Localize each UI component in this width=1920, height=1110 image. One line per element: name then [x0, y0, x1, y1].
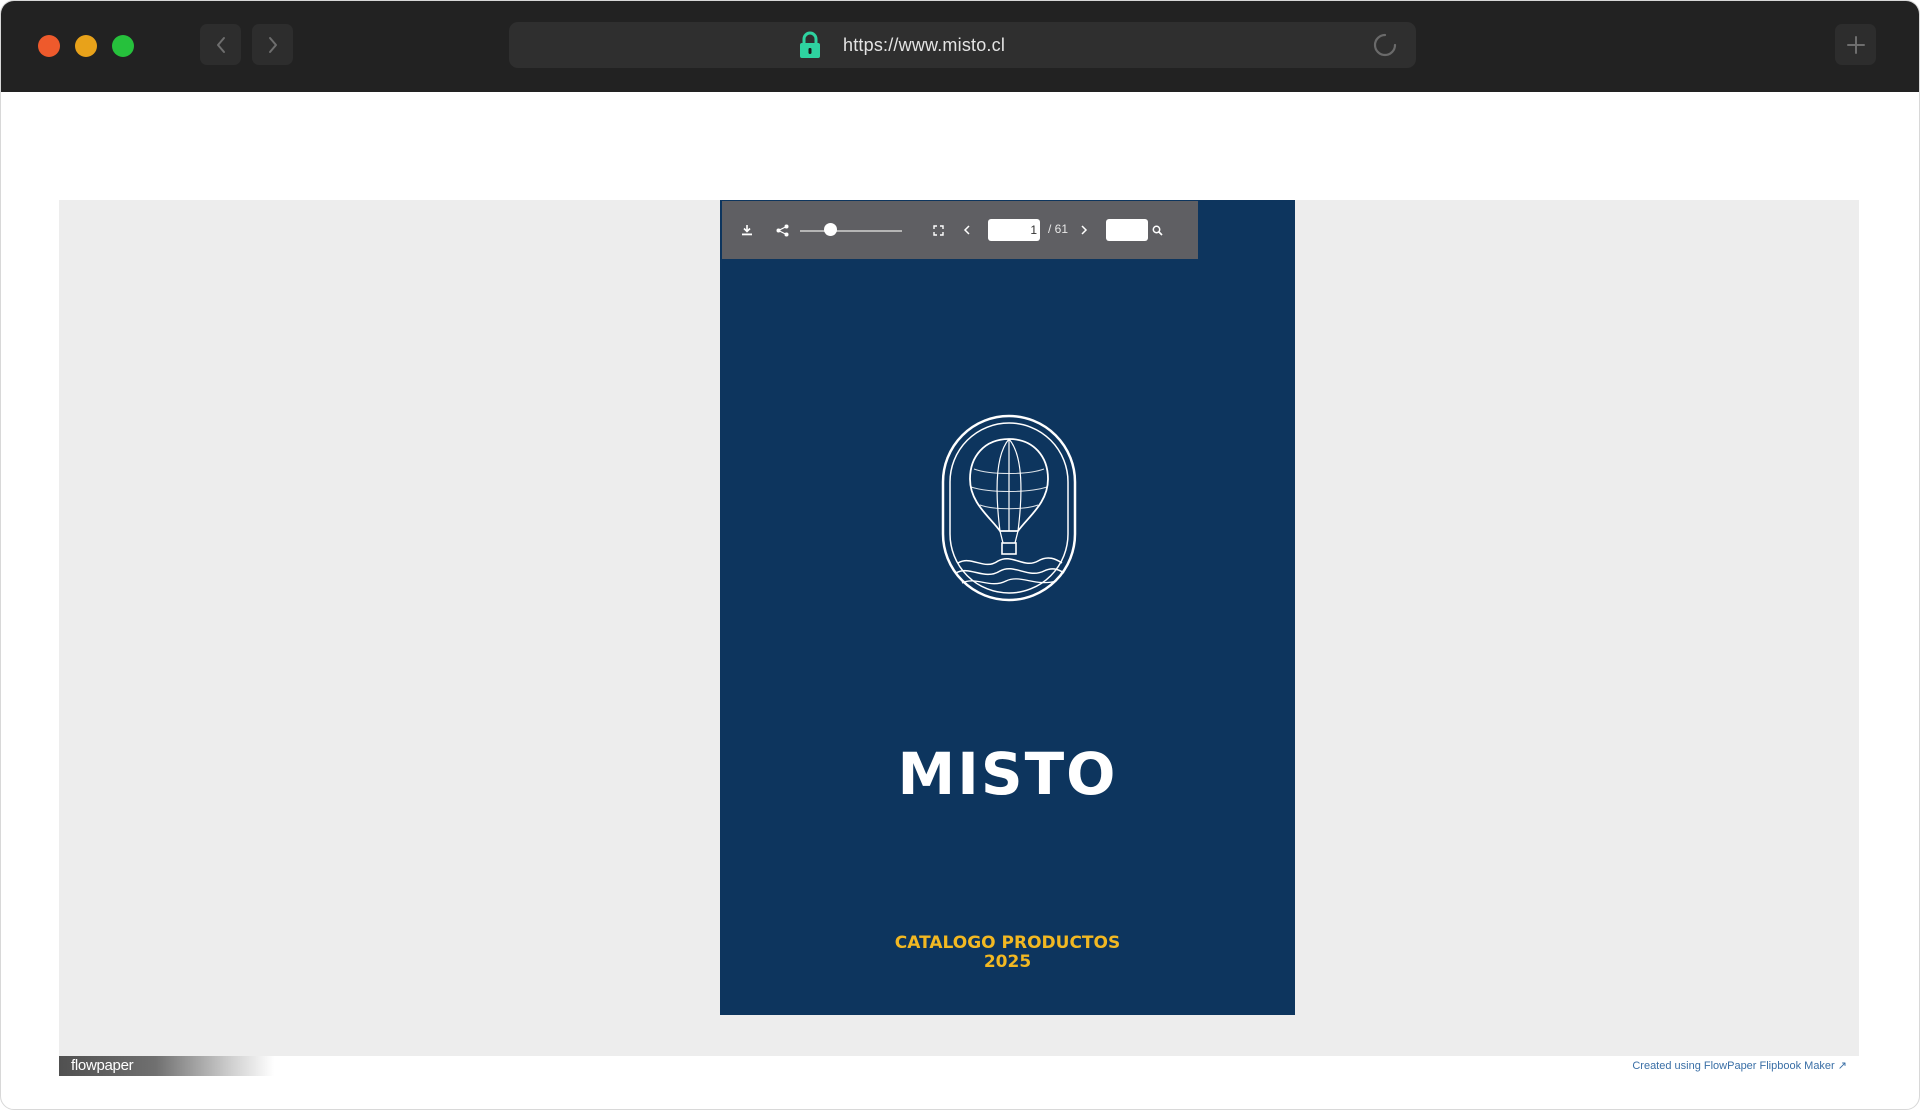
flipbook-viewer: MISTO CATALOGO PRODUCTOS 2025 1 / 61 [59, 200, 1859, 1056]
new-tab-button[interactable] [1835, 24, 1876, 65]
next-page-button[interactable] [1074, 220, 1094, 240]
url-text: https://www.misto.cl [843, 35, 1006, 55]
flowpaper-credit-link[interactable]: Created using FlowPaper Flipbook Maker ↗ [1632, 1059, 1847, 1072]
zoom-slider-track[interactable] [800, 230, 902, 232]
previous-page-button[interactable] [957, 220, 977, 240]
maximize-window-button[interactable] [112, 35, 134, 57]
page-number-input[interactable] [988, 219, 1040, 241]
catalog-title: CATALOGO PRODUCTOS 2025 [720, 934, 1295, 972]
reload-icon[interactable] [1372, 32, 1398, 58]
download-button[interactable] [737, 220, 757, 240]
forward-button[interactable] [252, 24, 293, 65]
address-bar[interactable]: https://www.misto.cl [509, 22, 1416, 68]
back-button[interactable] [200, 24, 241, 65]
chevron-right-icon [1081, 225, 1088, 235]
fullscreen-icon [932, 224, 944, 236]
plus-icon [1846, 35, 1865, 54]
hot-air-balloon-emblem [941, 414, 1077, 602]
chevron-left-icon [963, 225, 970, 235]
share-button[interactable] [772, 220, 792, 240]
search-input[interactable] [1106, 219, 1148, 241]
flowpaper-logo-text: flowpaper [71, 1057, 134, 1074]
close-window-button[interactable] [38, 35, 60, 57]
chevron-right-icon [268, 36, 277, 53]
download-icon [742, 225, 752, 236]
brand-logo-text: MISTO [897, 740, 1118, 808]
search-button[interactable] [1147, 220, 1167, 240]
browser-toolbar: https://www.misto.cl [1, 1, 1919, 92]
catalog-cover-page[interactable]: MISTO CATALOGO PRODUCTOS 2025 [720, 200, 1295, 1015]
browser-window: https://www.misto.cl MISTO CATALOGO PROD… [0, 0, 1920, 1110]
fullscreen-button[interactable] [928, 220, 948, 240]
chevron-left-icon [216, 36, 225, 53]
search-icon [1152, 225, 1163, 236]
catalog-title-line1: CATALOGO PRODUCTOS [894, 933, 1121, 953]
share-icon [776, 224, 788, 236]
zoom-slider-handle[interactable] [824, 223, 838, 236]
lock-icon [800, 31, 820, 58]
total-pages-label: / 61 [1048, 222, 1069, 236]
catalog-title-year: 2025 [983, 952, 1032, 972]
minimize-window-button[interactable] [75, 35, 97, 57]
flowpaper-logo[interactable]: flowpaper [59, 1056, 274, 1076]
flipbook-toolbar: / 61 [722, 201, 1198, 259]
